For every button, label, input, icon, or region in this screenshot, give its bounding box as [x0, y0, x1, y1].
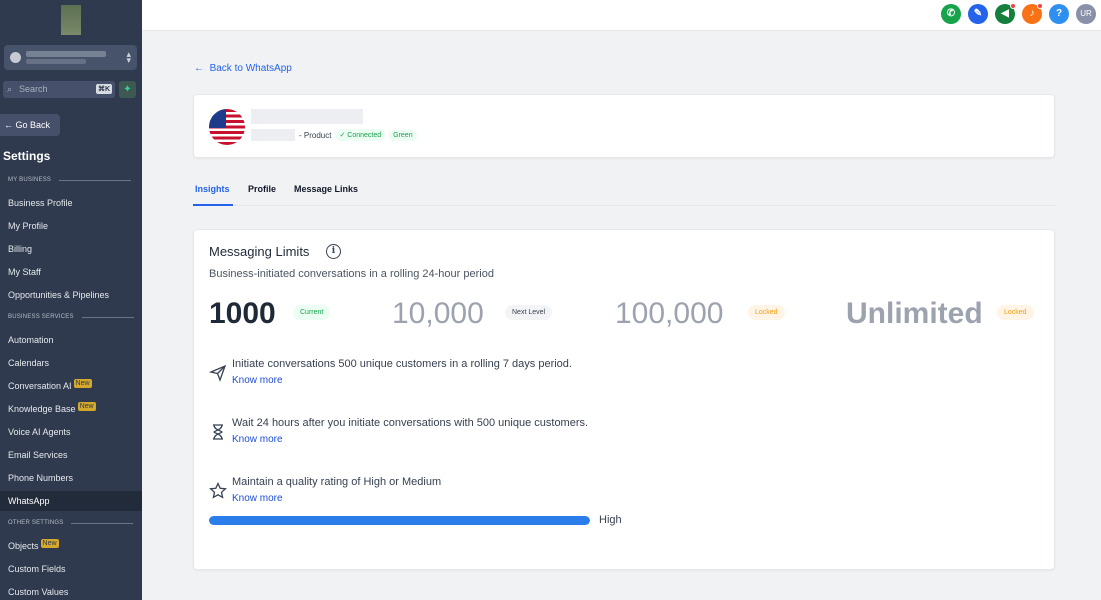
- sidebar-item-voice-ai[interactable]: Voice AI Agents: [0, 422, 142, 442]
- sidebar-item-label: Objects: [8, 541, 39, 551]
- sidebar: ▴ ▾ ⌕ Search ⌘K ✦ ← Go Back Settings MY B…: [0, 0, 142, 600]
- sidebar-item-billing[interactable]: Billing: [0, 239, 142, 259]
- bell-icon[interactable]: ♪: [1022, 3, 1043, 24]
- know-more-link[interactable]: Know more: [232, 434, 283, 445]
- tab-profile[interactable]: Profile: [248, 184, 276, 194]
- new-badge: New: [40, 539, 59, 548]
- chevron-updown-icon: ▴ ▾: [126, 49, 131, 65]
- send-icon: [208, 364, 227, 382]
- star-icon: [209, 481, 227, 500]
- next-level-badge: Next Level: [505, 305, 553, 320]
- back-link-label: Back to WhatsApp: [209, 63, 292, 74]
- go-back-label: Go Back: [15, 120, 51, 130]
- sidebar-item-custom-fields[interactable]: Custom Fields: [0, 559, 142, 579]
- sidebar-item-opportunities[interactable]: Opportunities & Pipelines: [0, 285, 142, 305]
- section-business-services: BUSINESS SERVICES: [8, 314, 134, 320]
- new-badge: New: [73, 379, 92, 388]
- sidebar-item-business-profile[interactable]: Business Profile: [0, 193, 142, 213]
- level-100k-value: 100,000: [615, 297, 724, 330]
- top-bar: ✆ ✎ ◀ ♪ ? UR: [142, 0, 1101, 31]
- requirement-text: Wait 24 hours after you initiate convers…: [232, 417, 589, 429]
- sidebar-item-knowledge-base[interactable]: Knowledge Base New: [0, 399, 142, 419]
- sidebar-item-whatsapp[interactable]: WhatsApp: [0, 491, 142, 511]
- whatsapp-account-card: - Product ✓ Connected Green: [193, 94, 1055, 158]
- hourglass-icon: [209, 423, 227, 441]
- requirement-text: Maintain a quality rating of High or Med…: [232, 476, 442, 488]
- sidebar-item-custom-values[interactable]: Custom Values: [0, 582, 142, 600]
- user-avatar[interactable]: UR: [1076, 4, 1096, 24]
- tab-message-links[interactable]: Message Links: [294, 184, 358, 194]
- go-back-button[interactable]: ← Go Back: [0, 114, 60, 136]
- current-badge: Current: [293, 305, 331, 320]
- quality-rating-fill: [209, 516, 590, 525]
- sidebar-item-objects[interactable]: Objects New: [0, 536, 142, 556]
- sidebar-item-label: Knowledge Base: [8, 404, 76, 414]
- info-icon[interactable]: i: [326, 244, 341, 259]
- account-address-redacted: [26, 59, 86, 64]
- sidebar-item-conversation-ai[interactable]: Conversation AI New: [0, 376, 142, 396]
- know-more-link[interactable]: Know more: [232, 493, 283, 504]
- level-current-value: 1000: [209, 297, 276, 330]
- phone-number-redacted: [251, 129, 295, 141]
- messaging-limits-title: Messaging Limits: [209, 244, 310, 259]
- ai-spark-icon[interactable]: ✦: [119, 81, 136, 98]
- level-next-value: 10,000: [392, 297, 484, 330]
- level-unlimited-value: Unlimited: [846, 297, 983, 330]
- account-meta: - Product ✓ Connected Green: [251, 129, 417, 141]
- account-switcher[interactable]: ▴ ▾: [4, 45, 137, 70]
- account-name-redacted: [251, 109, 363, 124]
- sidebar-item-automation[interactable]: Automation: [0, 330, 142, 350]
- new-badge: New: [77, 402, 96, 411]
- us-flag-icon: [209, 109, 245, 145]
- section-other-settings: OTHER SETTINGS: [8, 520, 134, 526]
- sidebar-item-my-profile[interactable]: My Profile: [0, 216, 142, 236]
- back-to-whatsapp-link[interactable]: ← Back to WhatsApp: [194, 63, 292, 74]
- sidebar-item-calendars[interactable]: Calendars: [0, 353, 142, 373]
- search-icon: ⌕: [7, 84, 13, 94]
- know-more-link[interactable]: Know more: [232, 375, 283, 386]
- search-shortcut: ⌘K: [95, 84, 112, 94]
- account-name-redacted: [26, 51, 106, 57]
- ticket-icon[interactable]: ✎: [968, 4, 988, 24]
- connected-status-badge: ✓ Connected: [335, 129, 386, 141]
- section-my-business: MY BUSINESS: [8, 177, 132, 183]
- phone-icon[interactable]: ✆: [941, 4, 961, 24]
- requirement-text: Initiate conversations 500 unique custom…: [232, 358, 572, 370]
- account-avatar-icon: [10, 52, 21, 63]
- locked-badge: Locked: [997, 305, 1034, 320]
- settings-title: Settings: [3, 149, 51, 163]
- search-input[interactable]: ⌕ Search ⌘K: [3, 81, 115, 98]
- active-tab-indicator: [193, 204, 233, 206]
- tab-bar: Insights Profile Message Links: [193, 178, 1055, 206]
- quality-rating-bar: [209, 516, 590, 525]
- messaging-limits-card: Messaging Limits i Business-initiated co…: [193, 229, 1055, 570]
- company-logo[interactable]: [61, 5, 81, 35]
- sidebar-item-label: Conversation AI: [8, 381, 72, 391]
- search-placeholder: Search: [19, 84, 48, 94]
- messaging-limits-subtitle: Business-initiated conversations in a ro…: [209, 268, 494, 280]
- tab-insights[interactable]: Insights: [195, 184, 230, 194]
- help-icon[interactable]: ?: [1049, 4, 1069, 24]
- sidebar-item-phone-numbers[interactable]: Phone Numbers: [0, 468, 142, 488]
- megaphone-icon[interactable]: ◀: [995, 3, 1016, 24]
- locked-badge: Locked: [748, 305, 785, 320]
- quality-rating-badge: Green: [389, 129, 417, 141]
- sidebar-item-email-services[interactable]: Email Services: [0, 445, 142, 465]
- product-label: - Product: [299, 130, 332, 140]
- sidebar-item-my-staff[interactable]: My Staff: [0, 262, 142, 282]
- notification-dot: [1010, 3, 1016, 9]
- quality-rating-label: High: [599, 514, 622, 526]
- notification-dot: [1037, 3, 1043, 9]
